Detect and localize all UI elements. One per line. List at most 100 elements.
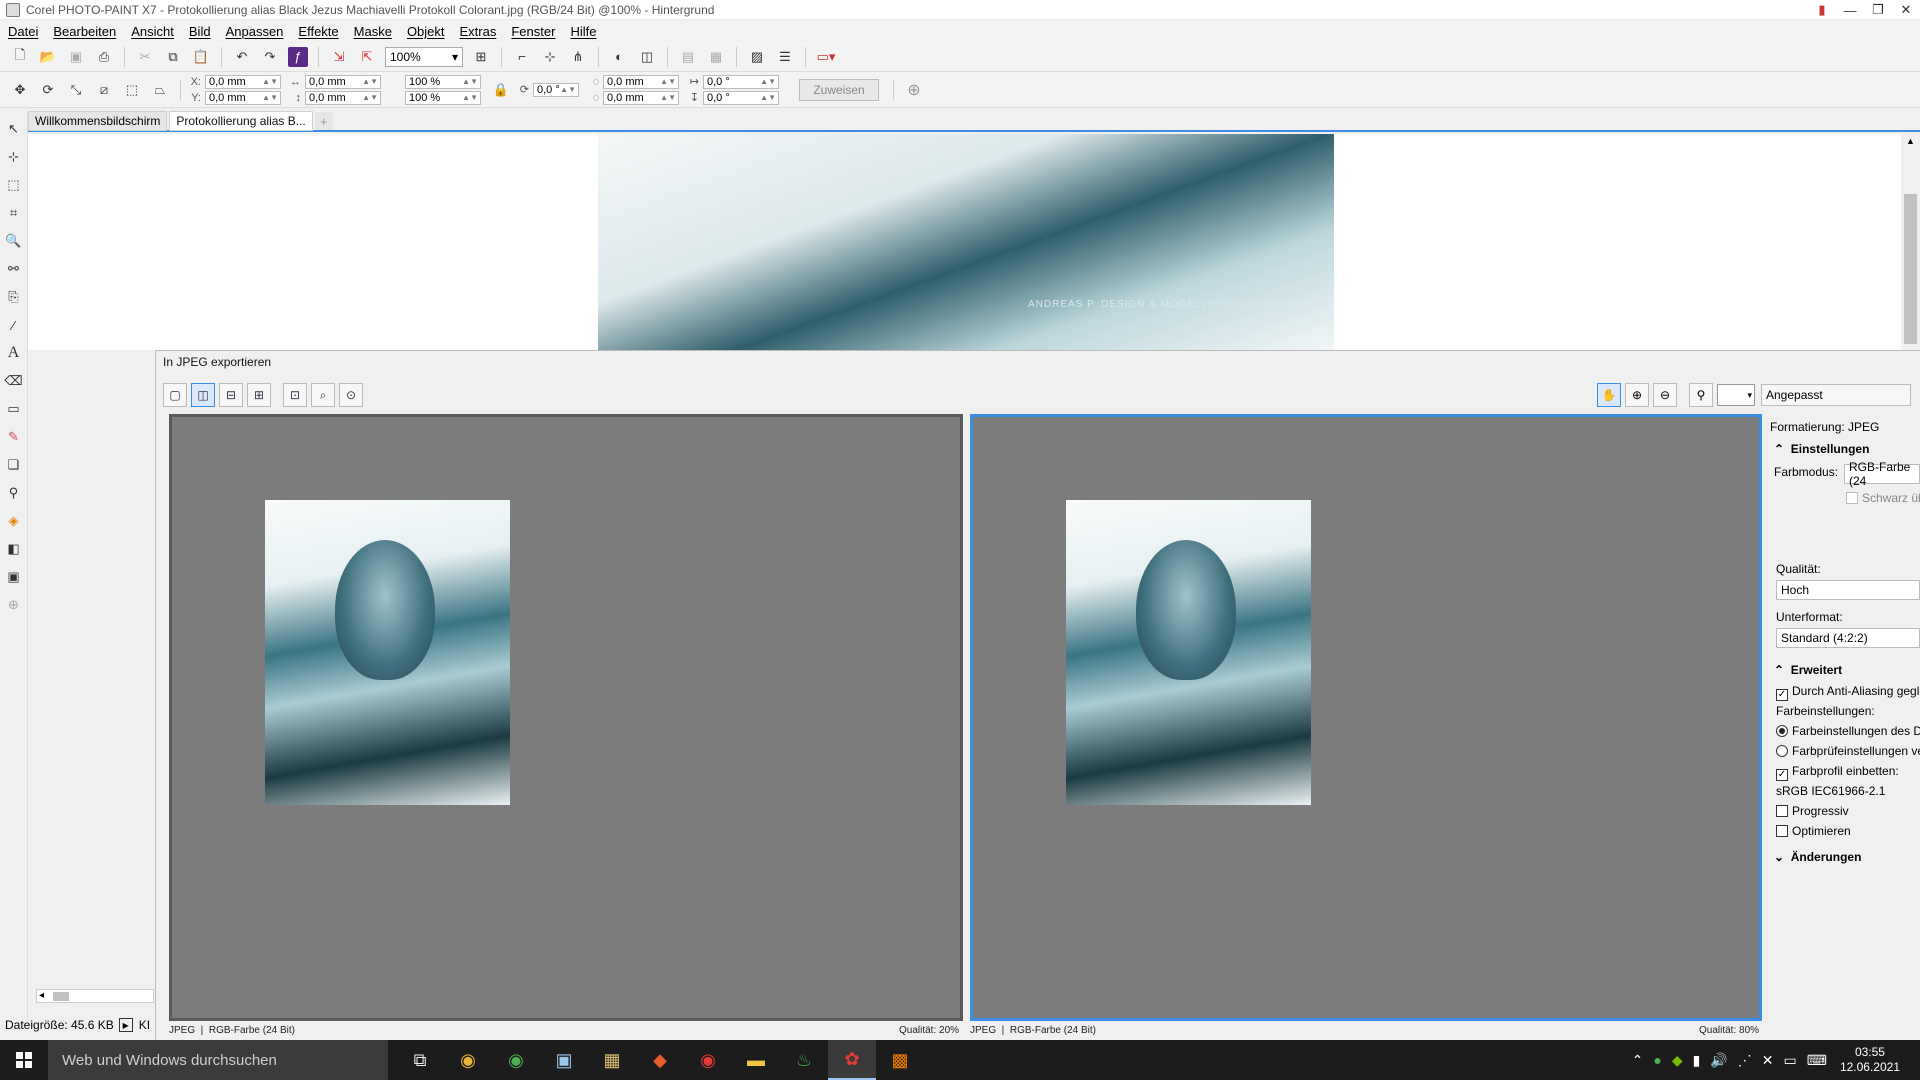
- open-folder-icon[interactable]: 📂: [38, 47, 58, 67]
- menu-ansicht[interactable]: Ansicht: [131, 24, 174, 39]
- gift-app-icon[interactable]: ▩: [876, 1040, 924, 1080]
- color-swatch-icon[interactable]: ◧: [3, 536, 25, 562]
- split-vertical-icon[interactable]: ◫: [191, 383, 215, 407]
- spin-icon[interactable]: ▲▼: [560, 85, 578, 94]
- options-icon[interactable]: ☰: [775, 47, 795, 67]
- file-explorer-icon[interactable]: ▬: [732, 1040, 780, 1080]
- width-input[interactable]: 0,0 mm ▲▼: [305, 74, 381, 89]
- assign-button[interactable]: Zuweisen: [799, 78, 879, 101]
- save-icon[interactable]: ▣: [66, 47, 86, 67]
- crop-tool-icon[interactable]: ⌗: [3, 200, 25, 226]
- spin-icon[interactable]: ▲▼: [462, 77, 480, 86]
- skew-h-input[interactable]: 0,0 ° ▲▼: [703, 74, 779, 89]
- redo-icon[interactable]: ↷: [260, 47, 280, 67]
- media-icon[interactable]: ▦: [588, 1040, 636, 1080]
- paint-tool-icon[interactable]: ✎: [3, 424, 25, 450]
- menu-datei[interactable]: Datei: [8, 24, 38, 39]
- menu-anpassen[interactable]: Anpassen: [226, 24, 284, 39]
- tab-welcome[interactable]: Willkommensbildschirm: [28, 111, 168, 131]
- restore-button[interactable]: ❐: [1864, 0, 1892, 20]
- preset-select[interactable]: Angepasst: [1761, 384, 1911, 406]
- snap-icon[interactable]: ⋔: [568, 47, 588, 67]
- vertical-scrollbar[interactable]: ▲: [1901, 134, 1920, 350]
- menu-maske[interactable]: Maske: [354, 24, 392, 39]
- text-tool-icon[interactable]: A: [3, 340, 25, 366]
- rulers-icon[interactable]: ⌐: [512, 47, 532, 67]
- spin-icon[interactable]: ▲▼: [660, 77, 678, 86]
- settings-header[interactable]: ⌃ Einstellungen: [1774, 442, 1869, 456]
- cut-icon[interactable]: ✂: [135, 47, 155, 67]
- spin-icon[interactable]: ▲▼: [760, 93, 778, 102]
- security-icon[interactable]: ●: [1653, 1052, 1661, 1068]
- launcher-icon[interactable]: ƒ: [288, 46, 308, 67]
- chrome-alt-icon[interactable]: ◉: [492, 1040, 540, 1080]
- center-y-input[interactable]: 0,0 mm ▲▼: [603, 90, 679, 105]
- embed-profile-checkbox[interactable]: ✓ Farbprofil einbetten:: [1776, 764, 1899, 781]
- network-icon[interactable]: ▮: [1693, 1052, 1701, 1069]
- add-icon[interactable]: ⊕: [904, 80, 924, 100]
- spin-icon[interactable]: ▲▼: [462, 93, 480, 102]
- object-mode-icon[interactable]: ▤: [678, 47, 698, 67]
- play-icon[interactable]: ▶: [118, 1018, 133, 1032]
- scroll-left-icon[interactable]: ◂: [39, 990, 44, 1001]
- mask-transform-icon[interactable]: ⊹: [3, 144, 25, 170]
- rotation-input[interactable]: 0,0 ° ▲▼: [533, 82, 579, 97]
- notifications-icon[interactable]: ▭: [1783, 1052, 1796, 1069]
- office-icon[interactable]: ◆: [636, 1040, 684, 1080]
- wifi-icon[interactable]: ⋰: [1738, 1052, 1752, 1069]
- print-icon[interactable]: ⎙: [94, 47, 114, 67]
- radio-proof-colors[interactable]: Farbprüfeinstellungen ve: [1776, 744, 1920, 758]
- muted-icon[interactable]: ✕: [1762, 1052, 1774, 1069]
- hand-tool-icon[interactable]: ✋: [1597, 383, 1621, 407]
- eyedropper-icon[interactable]: ⚲: [1689, 383, 1713, 407]
- start-button[interactable]: [0, 1040, 48, 1080]
- split-horizontal-icon[interactable]: ⊟: [219, 383, 243, 407]
- advanced-header[interactable]: ⌃ Erweitert: [1774, 663, 1842, 677]
- photos-icon[interactable]: ▣: [540, 1040, 588, 1080]
- chrome-icon[interactable]: ◉: [444, 1040, 492, 1080]
- scale-width-input[interactable]: 100 % ▲▼: [405, 74, 481, 89]
- skew-icon[interactable]: ⧄: [94, 80, 114, 100]
- fit-zoom-icon[interactable]: ⊡: [283, 383, 307, 407]
- subformat-select[interactable]: Standard (4:2:2): [1776, 628, 1920, 648]
- menu-bearbeiten[interactable]: Bearbeiten: [53, 24, 116, 39]
- task-view-icon[interactable]: ⧉: [396, 1040, 444, 1080]
- grid-icon[interactable]: ⊹: [540, 47, 560, 67]
- new-tab-icon[interactable]: +: [314, 112, 333, 130]
- nvidia-icon[interactable]: ◆: [1672, 1052, 1683, 1069]
- corel-draw-icon[interactable]: ♨: [780, 1040, 828, 1080]
- rotate-icon[interactable]: ⟳: [38, 80, 58, 100]
- spin-icon[interactable]: ▲▼: [362, 77, 380, 86]
- new-file-icon[interactable]: 🗋: [10, 47, 30, 67]
- copy-icon[interactable]: ⧉: [163, 47, 183, 67]
- shape-tool-icon[interactable]: ▭: [3, 396, 25, 422]
- zoom-fit-icon[interactable]: ⊞: [471, 47, 491, 67]
- red-eye-tool-icon[interactable]: ⚯: [3, 256, 25, 282]
- tab-document[interactable]: Protokollierung alias B...: [169, 111, 313, 131]
- scrollbar-thumb[interactable]: [1904, 194, 1917, 344]
- taskbar-search[interactable]: Web und Windows durchsuchen: [48, 1040, 388, 1080]
- zoom-tool-icon[interactable]: 🔍: [3, 228, 25, 254]
- application-launcher-icon[interactable]: ▭▾: [816, 47, 836, 67]
- brush-tool-icon[interactable]: ⁄: [3, 312, 25, 338]
- add-tool-icon[interactable]: ⊕: [3, 592, 25, 618]
- effect-tool-icon[interactable]: ❏: [3, 452, 25, 478]
- distort-icon[interactable]: ⬚: [122, 80, 142, 100]
- clock[interactable]: 03:55 12.06.2021: [1840, 1045, 1900, 1075]
- radio-document-colors[interactable]: Farbeinstellungen des D: [1776, 724, 1920, 738]
- paste-icon[interactable]: 📋: [191, 47, 211, 67]
- spin-icon[interactable]: ▲▼: [362, 93, 380, 102]
- keyboard-icon[interactable]: ⌨: [1807, 1052, 1827, 1069]
- changes-header[interactable]: ⌄ Änderungen: [1774, 850, 1861, 864]
- zoom-out-icon[interactable]: ⊖: [1653, 383, 1677, 407]
- actual-size-icon[interactable]: ⊙: [339, 383, 363, 407]
- quad-view-icon[interactable]: ⊞: [247, 383, 271, 407]
- menu-fenster[interactable]: Fenster: [511, 24, 555, 39]
- fill-swatch-icon[interactable]: ▣: [3, 564, 25, 590]
- eyedropper-icon[interactable]: ⚲: [3, 480, 25, 506]
- chevron-up-icon[interactable]: ⌃: [1632, 1052, 1644, 1069]
- pick-tool-icon[interactable]: ↖: [3, 116, 25, 142]
- export-icon[interactable]: ⇱: [357, 47, 377, 67]
- object-lock-icon[interactable]: ▦: [706, 47, 726, 67]
- horizontal-scrollbar[interactable]: ◂: [36, 989, 154, 1003]
